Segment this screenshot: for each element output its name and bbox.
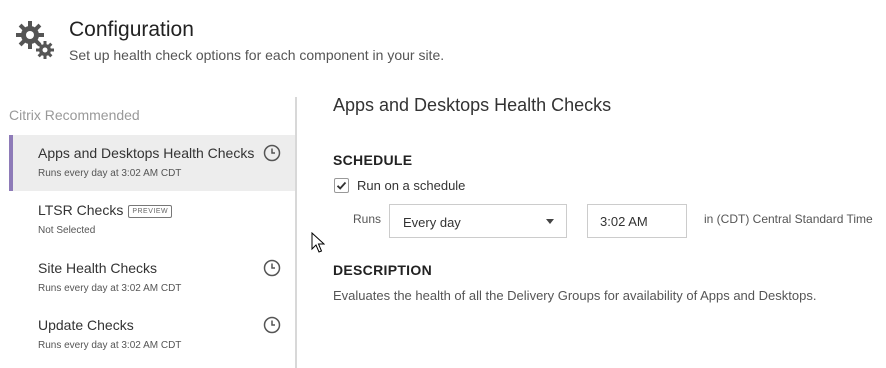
sidebar-item-schedule: Runs every day at 3:02 AM CDT	[38, 168, 182, 179]
sidebar-item-label: Apps and Desktops Health Checks	[38, 145, 255, 161]
description-text: Evaluates the health of all the Delivery…	[333, 288, 817, 303]
clock-icon	[263, 316, 281, 334]
sidebar-item-schedule: Not Selected	[38, 225, 96, 236]
frequency-select[interactable]: Every day	[389, 204, 567, 238]
schedule-heading: SCHEDULE	[333, 152, 413, 168]
runs-label: Runs	[353, 212, 382, 226]
sidebar-item-site-health[interactable]: Site Health Checks Runs every day at 3:0…	[9, 250, 295, 306]
page-title: Configuration	[69, 18, 194, 41]
preview-badge: PREVIEW	[128, 205, 173, 218]
time-input[interactable]	[587, 204, 687, 238]
sidebar-item-label: LTSR Checks PREVIEW	[38, 202, 173, 218]
sidebar-item-label: Update Checks	[38, 317, 134, 333]
sidebar-item-ltsr[interactable]: LTSR Checks PREVIEW Not Selected	[9, 192, 295, 248]
sidebar-item-schedule: Runs every day at 3:02 AM CDT	[38, 340, 182, 351]
sidebar-heading: Citrix Recommended	[9, 107, 140, 123]
clock-icon	[263, 259, 281, 277]
chevron-down-icon	[546, 219, 554, 224]
sidebar: Citrix Recommended Apps and Desktops Hea…	[0, 97, 297, 368]
run-on-schedule-label[interactable]: Run on a schedule	[357, 178, 465, 193]
sidebar-divider	[295, 97, 297, 368]
run-on-schedule-checkbox[interactable]	[334, 177, 349, 193]
run-on-schedule-option[interactable]: Run on a schedule	[334, 176, 465, 194]
mouse-cursor-icon	[311, 231, 326, 254]
timezone-label: in (CDT) Central Standard Time	[704, 212, 873, 226]
sidebar-item-text: LTSR Checks	[38, 202, 124, 218]
clock-icon	[263, 144, 281, 162]
panel-title: Apps and Desktops Health Checks	[333, 95, 612, 115]
sidebar-item-apps-desktops[interactable]: Apps and Desktops Health Checks Runs eve…	[9, 135, 295, 191]
frequency-value: Every day	[403, 215, 461, 230]
sidebar-item-label: Site Health Checks	[38, 260, 158, 276]
description-heading: DESCRIPTION	[333, 262, 432, 278]
page-header: Configuration Set up health check option…	[0, 0, 886, 80]
gears-icon	[15, 20, 57, 62]
page-subtitle: Set up health check options for each com…	[69, 47, 445, 63]
sidebar-item-schedule: Runs every day at 3:02 AM CDT	[38, 283, 182, 294]
sidebar-item-update[interactable]: Update Checks Runs every day at 3:02 AM …	[9, 307, 295, 363]
